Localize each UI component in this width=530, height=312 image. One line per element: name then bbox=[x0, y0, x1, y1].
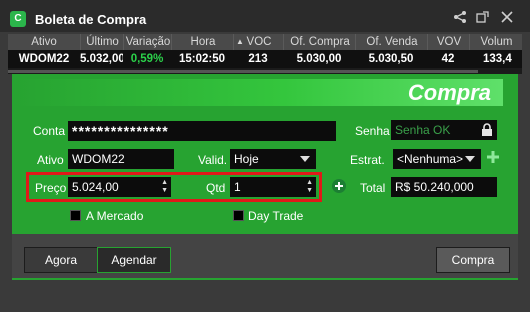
title-bar: C Boleta de Compra bbox=[0, 0, 530, 32]
quote-cell-variation: 0,59% bbox=[130, 53, 164, 65]
senha-label: Senha bbox=[355, 124, 390, 138]
window-title: Boleta de Compra bbox=[35, 12, 147, 27]
column-header[interactable]: Ativo bbox=[8, 34, 80, 50]
quote-cell: 133,4 bbox=[483, 53, 512, 65]
a-mercado-label: A Mercado bbox=[86, 209, 144, 223]
total-field: R$ 50.240,000 bbox=[391, 177, 497, 197]
order-type-banner: Compra bbox=[17, 79, 503, 106]
share-icon[interactable] bbox=[452, 10, 468, 26]
day-trade-label: Day Trade bbox=[248, 209, 304, 223]
valid-label: Valid. bbox=[198, 153, 228, 167]
chevron-down-icon bbox=[465, 156, 475, 162]
ativo-label: Ativo bbox=[37, 153, 64, 167]
sort-arrow-icon: ▲ bbox=[236, 37, 244, 46]
quote-cell: 5.030,50 bbox=[368, 53, 414, 65]
column-header[interactable]: Of. Venda bbox=[355, 34, 428, 50]
column-header-label: VOC bbox=[246, 36, 272, 48]
quote-cell: 5.030,00 bbox=[296, 53, 342, 65]
quote-table-header: Ativo Último Variação Hora ▲ VOC Of. Com… bbox=[8, 34, 522, 50]
agendar-button[interactable]: Agendar bbox=[97, 247, 171, 273]
valid-select-value: Hoje bbox=[234, 152, 259, 166]
conta-field[interactable]: *************** bbox=[68, 121, 336, 141]
ativo-input[interactable]: WDOM22 bbox=[68, 149, 174, 169]
estrat-select[interactable]: <Nenhuma> bbox=[393, 149, 481, 169]
chevron-down-icon bbox=[300, 156, 310, 162]
senha-status: Senha OK bbox=[395, 123, 451, 137]
column-header[interactable]: VOV bbox=[427, 34, 470, 50]
agora-button[interactable]: Agora bbox=[24, 247, 98, 273]
column-header[interactable]: ▲ VOC bbox=[233, 34, 284, 50]
column-header[interactable]: Hora bbox=[171, 34, 234, 50]
estrat-label: Estrat. bbox=[350, 153, 385, 167]
column-header[interactable]: Variação bbox=[123, 34, 172, 50]
quote-cell: 42 bbox=[441, 53, 455, 65]
detach-window-icon[interactable] bbox=[475, 10, 491, 26]
conta-label: Conta bbox=[33, 124, 66, 138]
add-strategy-icon[interactable] bbox=[486, 150, 500, 164]
a-mercado-checkbox[interactable] bbox=[70, 210, 81, 221]
compra-button[interactable]: Compra bbox=[436, 247, 510, 273]
total-label: Total bbox=[360, 181, 386, 195]
day-trade-checkbox[interactable] bbox=[233, 210, 244, 221]
quote-cell: 213 bbox=[248, 53, 268, 65]
price-quantity-highlight bbox=[26, 172, 322, 202]
quote-cell: WDOM22 bbox=[18, 53, 70, 65]
senha-field[interactable]: Senha OK bbox=[391, 120, 497, 140]
estrat-select-value: <Nenhuma> bbox=[397, 152, 464, 166]
quote-cell: 15:02:50 bbox=[178, 53, 226, 65]
close-icon[interactable] bbox=[499, 10, 515, 26]
column-header[interactable]: Último bbox=[80, 34, 124, 50]
column-header[interactable]: Of. Compra bbox=[283, 34, 356, 50]
app-icon: C bbox=[10, 11, 26, 27]
banner-title: Compra bbox=[407, 80, 491, 105]
valid-select[interactable]: Hoje bbox=[230, 149, 316, 169]
add-icon[interactable] bbox=[332, 179, 346, 193]
quote-cell: 5.032,00 bbox=[80, 53, 123, 65]
lock-icon bbox=[481, 123, 493, 143]
column-header[interactable]: Volum bbox=[469, 34, 523, 50]
quote-row[interactable]: WDOM22 5.032,00 0,59% 15:02:50 213 5.030… bbox=[8, 50, 522, 68]
